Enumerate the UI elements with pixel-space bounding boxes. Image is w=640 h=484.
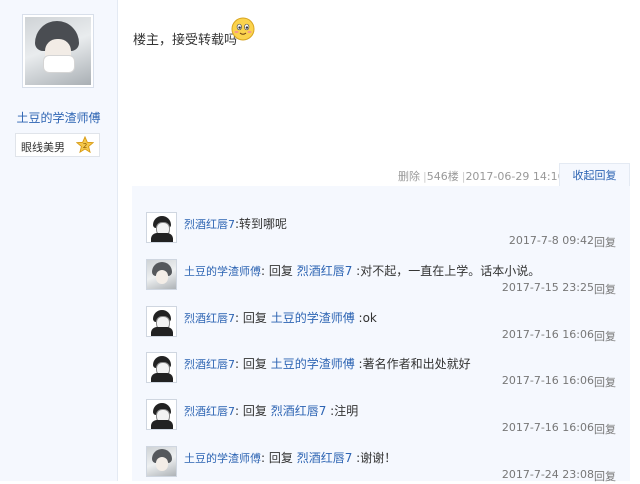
reply-target-link[interactable]: 土豆的学渣师傅 — [271, 357, 355, 371]
reply-line: 烈酒红唇7: 回复 烈酒红唇7 :注明 — [184, 402, 358, 419]
collapse-replies-button[interactable]: 收起回复 — [559, 163, 630, 187]
post-content: 楼主，接受转载吗 — [133, 33, 238, 48]
reply-username[interactable]: 烈酒红唇7 — [184, 218, 235, 231]
reply-sep: : — [235, 357, 243, 371]
reply-prefix: 回复 — [242, 311, 267, 325]
reply-prefix: 回复 — [268, 264, 293, 278]
reply-avatar[interactable] — [146, 352, 177, 383]
reply-text: 注明 — [334, 404, 359, 418]
level-star-icon: 2 — [76, 136, 94, 154]
avatar-image — [25, 17, 91, 85]
reply-text: 转到哪呢 — [239, 217, 288, 231]
author-sidebar: 土豆的学渣师傅 眼线美男 2 — [0, 0, 118, 481]
reply-line: 土豆的学渣师傅: 回复 烈酒红唇7 :谢谢！ — [184, 449, 396, 466]
reply-text: 著名作者和出处就好 — [362, 357, 471, 371]
reply-username[interactable]: 烈酒红唇7 — [184, 312, 235, 325]
reply-avatar[interactable] — [146, 399, 177, 430]
reply-text: 谢谢！ — [360, 451, 397, 465]
reply-line: 烈酒红唇7:转到哪呢 — [184, 215, 287, 232]
reply-sep: : — [261, 451, 269, 465]
reply-line: 烈酒红唇7: 回复 土豆的学渣师傅 :ok — [184, 309, 377, 326]
reply-avatar[interactable] — [146, 306, 177, 337]
reply-prefix: 回复 — [268, 451, 293, 465]
reply-sep: : — [235, 404, 243, 418]
reply-avatar[interactable] — [146, 259, 177, 290]
reply-text: 对不起，一直在上学。话本小说。 — [360, 264, 541, 278]
reply-sep: : — [235, 311, 243, 325]
reply-item: 土豆的学渣师傅: 回复 烈酒红唇7 :谢谢！ 2017-7-24 23:08 回复 — [132, 432, 630, 483]
reply-sep: : — [261, 264, 269, 278]
reply-avatar[interactable] — [146, 446, 177, 477]
badge-level: 2 — [83, 141, 88, 150]
smiling-face-emoji-icon — [231, 17, 255, 41]
reply-item: 土豆的学渣师傅: 回复 烈酒红唇7 :对不起，一直在上学。话本小说。 2017-7… — [132, 245, 630, 296]
post-meta: 删除 |546楼 |2017-06-29 14:16 — [398, 170, 565, 183]
badge-label: 眼线美男 — [21, 141, 65, 154]
author-name-link[interactable]: 土豆的学渣师傅 — [0, 109, 117, 126]
reply-target-link[interactable]: 烈酒红唇7 — [271, 404, 327, 418]
reply-item: 烈酒红唇7: 回复 土豆的学渣师傅 :著名作者和出处就好 2017-7-16 16… — [132, 338, 630, 389]
delete-link[interactable]: 删除 — [398, 170, 420, 183]
author-avatar[interactable] — [22, 14, 94, 88]
reply-timestamp: 2017-7-24 23:08 — [501, 468, 594, 481]
reply-username[interactable]: 土豆的学渣师傅 — [184, 452, 261, 465]
post-timestamp: 2017-06-29 14:16 — [465, 170, 565, 183]
author-badge[interactable]: 眼线美男 2 — [15, 133, 100, 157]
reply-line: 土豆的学渣师傅: 回复 烈酒红唇7 :对不起，一直在上学。话本小说。 — [184, 262, 540, 279]
reply-username[interactable]: 烈酒红唇7 — [184, 405, 235, 418]
reply-item: 烈酒红唇7: 回复 土豆的学渣师傅 :ok 2017-7-16 16:06 回复 — [132, 292, 630, 343]
reply-avatar[interactable] — [146, 212, 177, 243]
reply-target-link[interactable]: 烈酒红唇7 — [297, 451, 353, 465]
reply-username[interactable]: 土豆的学渣师傅 — [184, 265, 261, 278]
reply-list: 烈酒红唇7:转到哪呢 2017-7-8 09:42 回复土豆的学渣师傅: 回复 烈酒… — [132, 186, 630, 483]
reply-username[interactable]: 烈酒红唇7 — [184, 358, 235, 371]
reply-text: ok — [362, 311, 377, 325]
reply-prefix: 回复 — [242, 357, 267, 371]
reply-target-link[interactable]: 烈酒红唇7 — [297, 264, 353, 278]
floor-number: 546楼 — [426, 170, 459, 183]
reply-prefix: 回复 — [242, 404, 267, 418]
reply-item: 烈酒红唇7:转到哪呢 2017-7-8 09:42 回复 — [132, 198, 630, 249]
reply-item: 烈酒红唇7: 回复 烈酒红唇7 :注明 2017-7-16 16:06 回复 — [132, 385, 630, 436]
reply-button[interactable]: 回复 — [594, 468, 616, 484]
reply-target-link[interactable]: 土豆的学渣师傅 — [271, 311, 355, 325]
reply-line: 烈酒红唇7: 回复 土豆的学渣师傅 :著名作者和出处就好 — [184, 355, 471, 372]
